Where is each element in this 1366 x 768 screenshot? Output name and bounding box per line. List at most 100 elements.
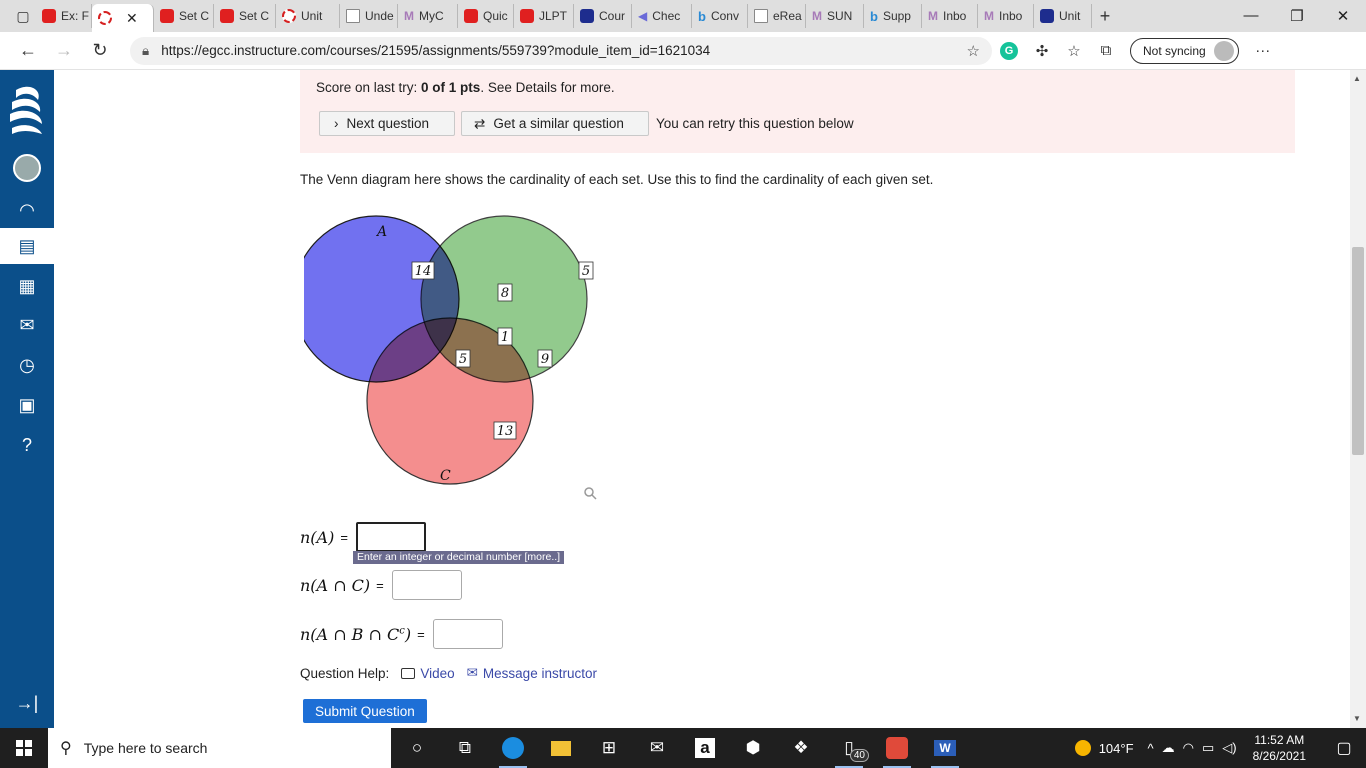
scrollbar-thumb[interactable]: [1352, 247, 1364, 455]
cortana-icon[interactable]: ○: [393, 728, 441, 768]
close-window-icon[interactable]: ✕: [1320, 7, 1366, 25]
minimize-icon[interactable]: —: [1228, 7, 1274, 25]
input-hint-tooltip[interactable]: Enter an integer or decimal number [more…: [353, 551, 565, 564]
clock-time: 11:52 AM: [1254, 733, 1305, 747]
gmail-icon: M: [404, 9, 414, 23]
help-icon[interactable]: ?: [0, 427, 54, 463]
browser-tab[interactable]: JLPT: [514, 4, 574, 28]
address-bar[interactable]: 🔒︎ https://egcc.instructure.com/courses/…: [130, 36, 992, 65]
favorites-icon[interactable]: ☆: [1058, 42, 1090, 60]
network-icon[interactable]: ◠: [1183, 740, 1194, 756]
browser-tab[interactable]: M Inbo: [978, 4, 1034, 28]
restore-icon[interactable]: ❐: [1274, 7, 1320, 25]
score-value: 0 of 1 pts: [421, 80, 481, 95]
tab-title: eRea: [773, 9, 802, 23]
refresh-icon[interactable]: ↻: [82, 36, 118, 66]
document-icon: [754, 9, 768, 23]
browser-tab[interactable]: Unit: [276, 4, 340, 28]
close-tab-icon[interactable]: ✕: [126, 10, 138, 27]
answer-input-n-a[interactable]: [355, 522, 426, 552]
scroll-up-icon[interactable]: ▲: [1353, 74, 1361, 83]
submit-question-button[interactable]: Submit Question: [303, 699, 427, 723]
more-options-icon[interactable]: ···: [1247, 42, 1279, 59]
browser-tab[interactable]: Ex: F: [36, 4, 92, 28]
edge-browser-icon[interactable]: [489, 728, 537, 768]
next-question-label: Next question: [346, 116, 430, 131]
browser-tab[interactable]: M Inbo: [922, 4, 978, 28]
region-c-only-value: 13: [497, 424, 514, 439]
video-link[interactable]: Video: [401, 666, 455, 681]
phone-app-icon[interactable]: ▯ 40: [825, 728, 873, 768]
settings-app-icon[interactable]: [873, 728, 921, 768]
inbox-icon[interactable]: ✉: [0, 307, 54, 343]
studio-icon[interactable]: ▣: [0, 387, 54, 423]
account-nav-item[interactable]: [0, 150, 54, 186]
region-abc-value: 1: [501, 330, 509, 345]
equals-sign: =: [340, 529, 348, 545]
grammarly-icon[interactable]: G: [1000, 41, 1018, 60]
history-icon[interactable]: ◷: [0, 347, 54, 383]
courses-icon[interactable]: ▤: [0, 228, 54, 264]
mail-icon[interactable]: ✉: [633, 728, 681, 768]
new-tab-button[interactable]: +: [1092, 3, 1118, 29]
file-explorer-icon[interactable]: [537, 728, 585, 768]
answer-input-n-a-b-not-c[interactable]: [432, 619, 503, 649]
notification-badge: 40: [849, 749, 869, 762]
collections-icon[interactable]: ⧉: [1090, 42, 1122, 59]
tab-title: Ex: F: [61, 9, 90, 23]
onedrive-icon[interactable]: ☁: [1162, 740, 1175, 756]
browser-tab[interactable]: eRea: [748, 4, 806, 28]
microsoft-store-icon[interactable]: ⊞: [585, 728, 633, 768]
word-icon[interactable]: W: [921, 728, 969, 768]
browser-tab[interactable]: Set C: [154, 4, 214, 28]
show-hidden-icons[interactable]: ^: [1148, 741, 1154, 756]
message-instructor-link[interactable]: ✉ Message instructor: [467, 665, 597, 681]
start-button[interactable]: [0, 728, 48, 768]
browser-tab[interactable]: Set C: [214, 4, 276, 28]
youtube-icon: [464, 9, 478, 23]
document-icon: [346, 9, 360, 23]
browser-tab[interactable]: Cour: [574, 4, 632, 28]
back-icon[interactable]: ←: [10, 36, 46, 66]
next-question-button[interactable]: › Next question: [319, 111, 455, 136]
browser-tab[interactable]: Quic: [458, 4, 514, 28]
calendar-icon[interactable]: ▦: [0, 268, 54, 304]
collapse-nav-icon[interactable]: →|: [0, 685, 54, 721]
browser-tab[interactable]: b Conv: [692, 4, 748, 28]
browser-tab[interactable]: M MyC: [398, 4, 458, 28]
forward-icon[interactable]: →: [46, 36, 82, 66]
answer-input-n-a-intersect-c[interactable]: [391, 570, 462, 600]
add-favorite-icon[interactable]: ☆: [967, 42, 980, 60]
browser-tab[interactable]: ◀ Chec: [632, 4, 692, 28]
system-tray: 104°F ^ ☁ ◠ ▭ ◁) 11:52 AM 8/26/2021 ▢: [1074, 728, 1366, 768]
app-shield-icon[interactable]: ⬢: [729, 728, 777, 768]
taskbar-search-box[interactable]: ⚲ Type here to search: [48, 728, 391, 768]
task-view-icon[interactable]: ⧉: [441, 728, 489, 768]
assignment-content: Score on last try: 0 of 1 pts. See Detai…: [54, 70, 1350, 728]
browser-tab[interactable]: M SUN: [806, 4, 864, 28]
expr-a: n(A): [300, 527, 335, 547]
refresh-arrows-icon: ⇄: [474, 115, 486, 131]
browser-tab[interactable]: Unde: [340, 4, 398, 28]
browser-tab[interactable]: ✕: [92, 4, 154, 32]
scroll-down-icon[interactable]: ▼: [1353, 714, 1361, 723]
college-logo[interactable]: [8, 82, 46, 140]
profile-sync-button[interactable]: Not syncing: [1130, 37, 1239, 64]
weather-icon[interactable]: [1074, 740, 1091, 756]
zoom-icon[interactable]: [584, 487, 597, 500]
dashboard-icon[interactable]: ◠: [0, 192, 54, 228]
page-scrollbar[interactable]: ▲ ▼: [1350, 70, 1366, 728]
similar-question-button[interactable]: ⇄ Get a similar question: [461, 111, 649, 136]
browser-tab[interactable]: b Supp: [864, 4, 922, 28]
dropbox-icon[interactable]: ❖: [777, 728, 825, 768]
taskbar-clock[interactable]: 11:52 AM 8/26/2021: [1245, 732, 1314, 764]
tab-title: Set C: [239, 9, 270, 23]
volume-icon[interactable]: ◁): [1222, 740, 1236, 756]
amazon-icon[interactable]: a: [681, 728, 729, 768]
browser-tab[interactable]: Unit: [1034, 4, 1092, 28]
temperature[interactable]: 104°F: [1099, 741, 1134, 756]
extensions-icon[interactable]: ✣: [1026, 42, 1058, 60]
tab-actions-icon[interactable]: ▢: [10, 3, 36, 29]
action-center-icon[interactable]: ▢: [1322, 738, 1366, 758]
battery-icon[interactable]: ▭: [1202, 740, 1214, 756]
